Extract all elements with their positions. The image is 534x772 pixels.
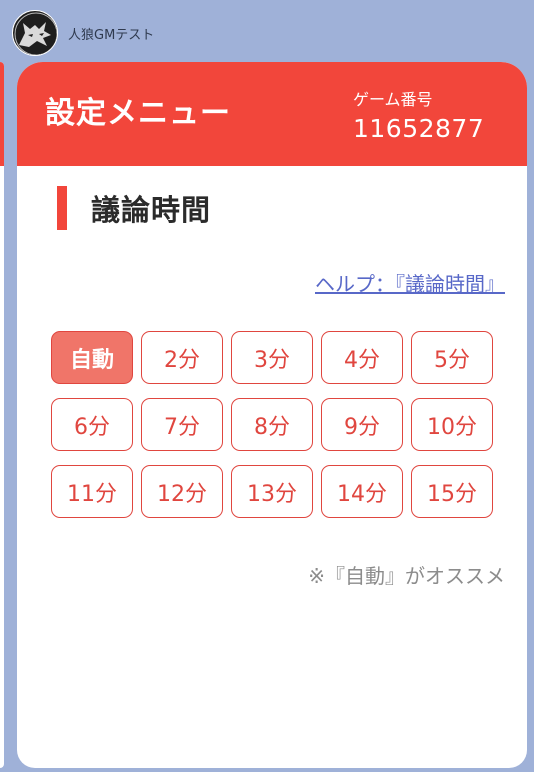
option-button-11min[interactable]: 11分 — [51, 465, 133, 518]
help-link[interactable]: ヘルプ：『議論時間』 — [315, 268, 505, 297]
option-button-6min[interactable]: 6分 — [51, 398, 133, 451]
settings-menu-card: 設定メニュー ゲーム番号 11652877 議論時間 ヘルプ：『議論時間』 自動… — [17, 62, 527, 768]
option-button-14min[interactable]: 14分 — [321, 465, 403, 518]
option-button-7min[interactable]: 7分 — [141, 398, 223, 451]
option-button-10min[interactable]: 10分 — [411, 398, 493, 451]
game-number-label: ゲーム番号 — [353, 90, 433, 109]
card-title: 設定メニュー — [45, 96, 231, 131]
section-accent-bar — [57, 186, 67, 230]
recommendation-note: ※『自動』がオススメ — [308, 564, 505, 588]
option-button-3min[interactable]: 3分 — [231, 331, 313, 384]
section-heading: 議論時間 — [57, 186, 211, 230]
game-number-value: 11652877 — [353, 114, 485, 143]
option-button-13min[interactable]: 13分 — [231, 465, 313, 518]
option-button-8min[interactable]: 8分 — [231, 398, 313, 451]
option-button-2min[interactable]: 2分 — [141, 331, 223, 384]
option-button-15min[interactable]: 15分 — [411, 465, 493, 518]
option-button-4min[interactable]: 4分 — [321, 331, 403, 384]
chat-message-header: 人狼GMテスト — [12, 10, 154, 56]
option-button-12min[interactable]: 12分 — [141, 465, 223, 518]
option-button-auto[interactable]: 自動 — [51, 331, 133, 384]
section-title: 議論時間 — [91, 193, 212, 227]
wolf-silhouette-icon — [14, 12, 57, 55]
option-button-5min[interactable]: 5分 — [411, 331, 493, 384]
option-button-9min[interactable]: 9分 — [321, 398, 403, 451]
discussion-time-options: 自動 2分 3分 4分 5分 6分 7分 8分 9分 10分 11分 12分 1… — [51, 331, 495, 518]
previous-message-card-edge — [0, 62, 4, 768]
sender-name: 人狼GMテスト — [68, 27, 155, 43]
wolf-avatar-icon[interactable] — [12, 10, 58, 56]
card-header: 設定メニュー ゲーム番号 11652877 — [17, 62, 527, 166]
